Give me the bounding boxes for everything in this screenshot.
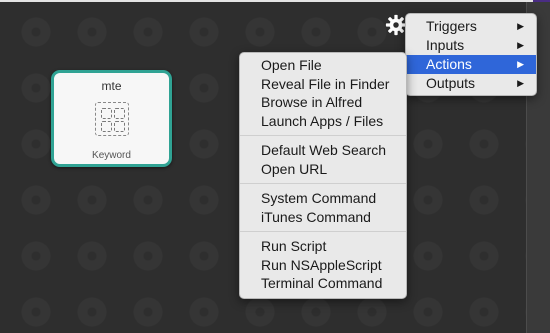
menu-item-run-nsapplescript[interactable]: Run NSAppleScript <box>240 256 406 275</box>
menu-item-outputs[interactable]: Outputs ▶ <box>406 74 536 93</box>
node-type-label: Keyword <box>92 150 131 161</box>
menu-separator <box>240 231 406 232</box>
actions-submenu: Open File Reveal File in Finder Browse i… <box>239 52 407 299</box>
menu-item-label: Actions <box>426 56 472 72</box>
menu-item-system-command[interactable]: System Command <box>240 189 406 208</box>
submenu-arrow-icon: ▶ <box>517 40 524 50</box>
submenu-arrow-icon: ▶ <box>517 59 524 69</box>
menu-item-label: Outputs <box>426 75 476 91</box>
keyword-node[interactable]: mte Keyword <box>51 70 172 167</box>
menu-separator <box>240 183 406 184</box>
window-top-edge <box>0 0 533 2</box>
submenu-arrow-icon: ▶ <box>517 21 524 31</box>
menu-item-triggers[interactable]: Triggers ▶ <box>406 17 536 36</box>
menu-item-browse-alfred[interactable]: Browse in Alfred <box>240 93 406 112</box>
menu-item-open-file[interactable]: Open File <box>240 56 406 75</box>
menu-item-default-web-search[interactable]: Default Web Search <box>240 141 406 160</box>
menu-item-open-url[interactable]: Open URL <box>240 160 406 179</box>
menu-item-inputs[interactable]: Inputs ▶ <box>406 36 536 55</box>
add-object-menu: Triggers ▶ Inputs ▶ Actions ▶ Outputs ▶ <box>405 13 537 96</box>
gear-icon[interactable] <box>385 14 407 36</box>
keyword-placeholder-icon <box>95 102 129 136</box>
menu-item-itunes-command[interactable]: iTunes Command <box>240 208 406 227</box>
menu-item-label: Triggers <box>426 18 477 34</box>
menu-item-reveal-file[interactable]: Reveal File in Finder <box>240 75 406 94</box>
node-title: mte <box>101 79 122 93</box>
menu-item-launch-apps[interactable]: Launch Apps / Files <box>240 112 406 131</box>
menu-item-actions[interactable]: Actions ▶ <box>406 55 536 74</box>
menu-separator <box>240 135 406 136</box>
menu-item-label: Inputs <box>426 37 465 53</box>
menu-item-terminal-command[interactable]: Terminal Command <box>240 274 406 293</box>
menu-item-run-script[interactable]: Run Script <box>240 237 406 256</box>
submenu-arrow-icon: ▶ <box>517 78 524 88</box>
